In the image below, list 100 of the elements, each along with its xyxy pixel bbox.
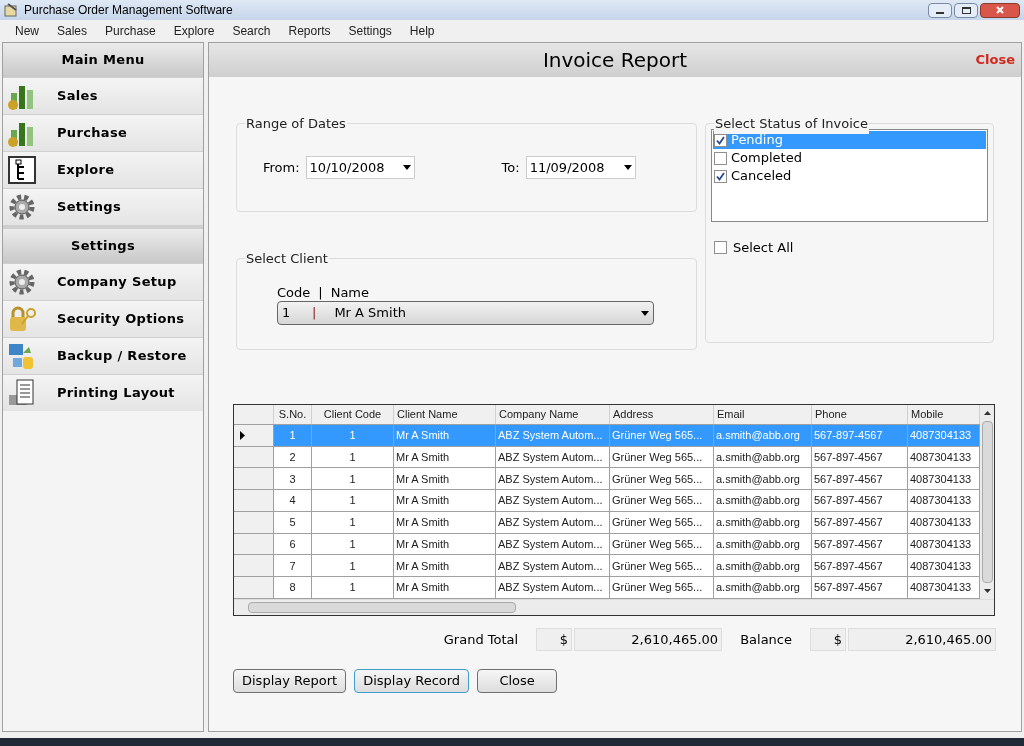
table-row[interactable]: 4 1 Mr A Smith ABZ System Autom... Grüner Weg 565... a.smith@abb.org 567-897-4567 4087304133: [234, 490, 980, 512]
table-cell: 567-897-4567: [812, 446, 908, 468]
action-button[interactable]: Display Report: [233, 669, 347, 693]
date-picker[interactable]: 10/10/2008: [305, 156, 415, 179]
printer-document-icon: [7, 378, 37, 408]
table-row[interactable]: 5 1 Mr A Smith ABZ System Autom... Grüner Weg 565... a.smith@abb.org 567-897-4567 4087304133: [234, 511, 980, 534]
table-cell: 567-897-4567: [812, 533, 908, 555]
sidebar-item[interactable]: Backup / Restore: [3, 337, 203, 374]
action-button[interactable]: Close: [477, 669, 558, 693]
checkbox[interactable]: [714, 151, 727, 165]
table-cell: Grüner Weg 565...: [610, 533, 714, 555]
sidebar-item[interactable]: Company Setup: [3, 263, 203, 300]
column-header[interactable]: Phone: [812, 405, 908, 424]
table-cell: ABZ System Autom...: [496, 424, 610, 446]
checkbox[interactable]: [714, 241, 727, 255]
column-label: Code: [277, 284, 311, 301]
close-link[interactable]: Close: [975, 50, 1015, 70]
menu-item[interactable]: Explore: [164, 22, 224, 40]
column-header[interactable]: Email: [714, 405, 812, 424]
table-cell: Grüner Weg 565...: [610, 468, 714, 490]
table-cell: 1: [274, 424, 312, 446]
column-header[interactable]: Address: [610, 405, 714, 424]
table-cell: a.smith@abb.org: [714, 577, 812, 599]
table-cell: 567-897-4567: [812, 424, 908, 446]
field-label: To:: [501, 158, 520, 177]
table-cell: 3: [274, 468, 312, 490]
table-cell: 567-897-4567: [812, 511, 908, 533]
close-button[interactable]: [980, 2, 1020, 18]
table-cell: Mr A Smith: [394, 533, 496, 555]
scroll-down-arrow-icon[interactable]: [983, 589, 991, 593]
field-label: From:: [263, 158, 300, 177]
column-header[interactable]: S.No.: [274, 405, 312, 424]
status-option[interactable]: Canceled: [713, 167, 986, 185]
table-cell: Mr A Smith: [394, 511, 496, 533]
total-label: Grand Total: [443, 630, 519, 649]
row-pointer-icon: [240, 430, 245, 440]
table-cell: a.smith@abb.org: [714, 490, 812, 511]
table-cell: ABZ System Autom...: [496, 533, 610, 555]
table-cell: Grüner Weg 565...: [610, 555, 714, 577]
table-cell: 567-897-4567: [812, 468, 908, 490]
table-cell: 1: [312, 424, 394, 446]
currency-field: $: [810, 628, 846, 651]
column-header[interactable]: Client Code: [312, 405, 394, 424]
table-cell: 1: [312, 577, 394, 599]
checkmark-icon: [716, 135, 725, 145]
date-picker[interactable]: 11/09/2008: [525, 156, 636, 179]
menu-item[interactable]: Sales: [48, 22, 97, 40]
table-cell: 1: [312, 555, 394, 577]
table-cell: a.smith@abb.org: [714, 555, 812, 577]
table-cell: a.smith@abb.org: [714, 468, 812, 490]
table-row[interactable]: 7 1 Mr A Smith ABZ System Autom... Grüner Weg 565... a.smith@abb.org 567-897-4567 4087304133: [234, 555, 980, 578]
menu-item[interactable]: Reports: [279, 22, 340, 40]
column-header[interactable]: Company Name: [496, 405, 610, 424]
menu-item[interactable]: Help: [400, 22, 444, 40]
table-row[interactable]: 2 1 Mr A Smith ABZ System Autom... Grüner Weg 565... a.smith@abb.org 567-897-4567 4087304133: [234, 446, 980, 469]
menu-item[interactable]: Purchase: [96, 22, 165, 40]
table-cell: Grüner Weg 565...: [610, 511, 714, 533]
status-option[interactable]: Completed: [713, 149, 986, 167]
horizontal-scrollbar[interactable]: [234, 599, 994, 615]
table-cell: Grüner Weg 565...: [610, 424, 714, 446]
table-cell: Mr A Smith: [394, 490, 496, 511]
tree-view-icon: [7, 155, 37, 185]
table-cell: 1: [312, 446, 394, 468]
panel-title: Invoice Report: [542, 47, 688, 74]
gear-icon: [7, 192, 37, 222]
column-label: Name: [330, 284, 370, 301]
table-cell: ABZ System Autom...: [496, 577, 610, 599]
sidebar-item[interactable]: Security Options: [3, 300, 203, 337]
sidebar-item[interactable]: Explore: [3, 151, 203, 188]
table-row[interactable]: 3 1 Mr A Smith ABZ System Autom... Grüner Weg 565... a.smith@abb.org 567-897-4567 4087304133: [234, 468, 980, 491]
action-button[interactable]: Display Record: [354, 669, 470, 693]
table-cell: 2: [274, 446, 312, 468]
total-label: Balance: [740, 630, 792, 649]
client-dropdown[interactable]: 1 | Mr A Smith: [277, 301, 654, 325]
sidebar-item[interactable]: Purchase: [3, 114, 203, 151]
menu-item[interactable]: Settings: [339, 22, 401, 40]
scroll-up-arrow-icon[interactable]: [983, 411, 991, 415]
sidebar-item[interactable]: Sales: [3, 77, 203, 114]
column-header[interactable]: Client Name: [394, 405, 496, 424]
menu-item[interactable]: New: [6, 22, 48, 40]
sidebar-item[interactable]: Settings: [3, 188, 203, 225]
menu-item[interactable]: Search: [223, 22, 280, 40]
vertical-scrollbar[interactable]: [980, 405, 994, 599]
row-header[interactable]: [234, 424, 274, 446]
table-cell: 6: [274, 533, 312, 555]
table-cell: ABZ System Autom...: [496, 555, 610, 577]
sidebar-item[interactable]: Printing Layout: [3, 374, 203, 411]
maximize-button[interactable]: [954, 2, 978, 18]
table-cell: a.smith@abb.org: [714, 511, 812, 533]
checkbox-label: Select All: [733, 239, 794, 257]
table-cell: 5: [274, 511, 312, 533]
table-cell: 1: [312, 490, 394, 511]
table-cell: 567-897-4567: [812, 577, 908, 599]
close-icon: [996, 6, 1004, 14]
table-cell: a.smith@abb.org: [714, 446, 812, 468]
checkbox[interactable]: [714, 169, 727, 183]
table-row[interactable]: 6 1 Mr A Smith ABZ System Autom... Grüner Weg 565... a.smith@abb.org 567-897-4567 4087304133: [234, 533, 980, 556]
table-row[interactable]: 8 1 Mr A Smith ABZ System Autom... Grüner Weg 565... a.smith@abb.org 567-897-4567 4087304133: [234, 577, 980, 600]
checkmark-icon: [716, 171, 725, 181]
minimize-button[interactable]: [928, 2, 952, 18]
